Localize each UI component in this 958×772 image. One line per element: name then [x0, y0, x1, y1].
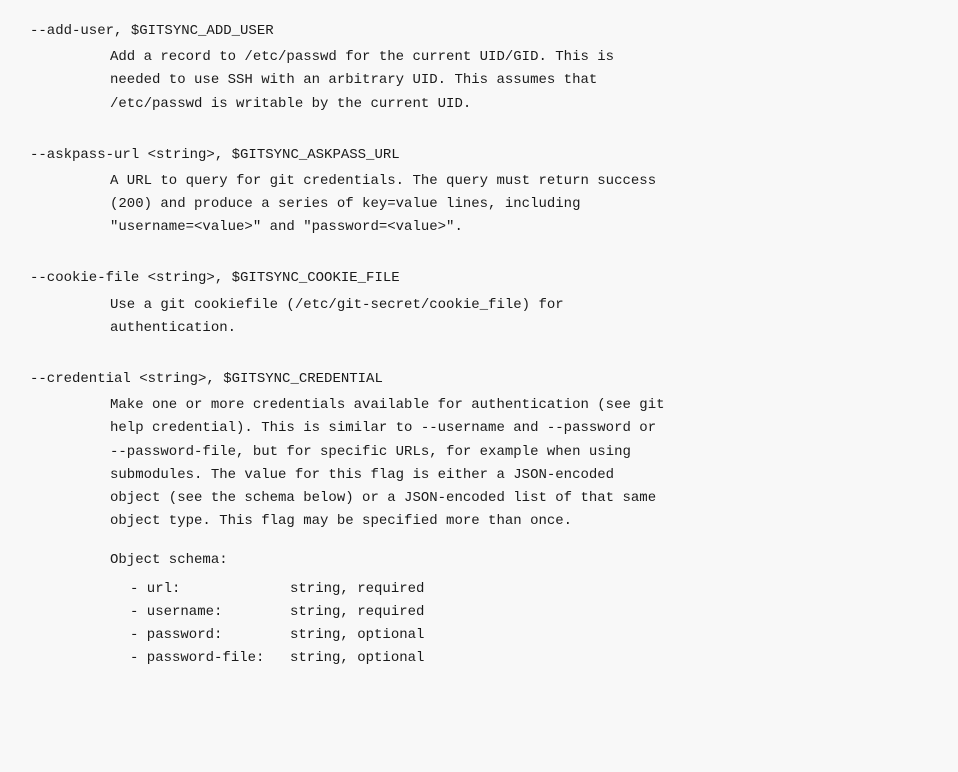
description-line: Make one or more credentials available f… [110, 394, 928, 417]
description-line: needed to use SSH with an arbitrary UID.… [110, 69, 928, 92]
schema-row: - password:string, optional [130, 624, 928, 647]
flag-block-add-user: --add-user, $GITSYNC_ADD_USER Add a recor… [30, 20, 928, 116]
description-line: A URL to query for git credentials. The … [110, 170, 928, 193]
schema-key: - username: [130, 601, 290, 624]
flag-header-cookie-file: --cookie-file <string>, $GITSYNC_COOKIE_… [30, 267, 928, 289]
description-line: Add a record to /etc/passwd for the curr… [110, 46, 928, 69]
schema-key: - password: [130, 624, 290, 647]
flag-description-cookie-file: Use a git cookiefile (/etc/git-secret/co… [30, 294, 928, 340]
schema-key: - url: [130, 578, 290, 601]
description-line: (200) and produce a series of key=value … [110, 193, 928, 216]
schema-row: - password-file:string, optional [130, 647, 928, 670]
flag-block-credential: --credential <string>, $GITSYNC_CREDENTI… [30, 368, 928, 670]
flag-description-askpass-url: A URL to query for git credentials. The … [30, 170, 928, 239]
description-line: object type. This flag may be specified … [110, 510, 928, 533]
flag-header-askpass-url: --askpass-url <string>, $GITSYNC_ASKPASS… [30, 144, 928, 166]
description-line: submodules. The value for this flag is e… [110, 464, 928, 487]
description-line: authentication. [110, 317, 928, 340]
description-line: help credential). This is similar to --u… [110, 417, 928, 440]
schema-value: string, optional [290, 647, 424, 670]
flag-block-cookie-file: --cookie-file <string>, $GITSYNC_COOKIE_… [30, 267, 928, 340]
schema-key: - password-file: [130, 647, 290, 670]
flag-header-add-user: --add-user, $GITSYNC_ADD_USER [30, 20, 928, 42]
description-line: object (see the schema below) or a JSON-… [110, 487, 928, 510]
schema-value: string, required [290, 578, 424, 601]
schema-table: - url:string, required- username:string,… [110, 578, 928, 670]
description-line: "username=<value>" and "password=<value>… [110, 216, 928, 239]
sub-section-title: Object schema: [110, 549, 928, 572]
flag-description-add-user: Add a record to /etc/passwd for the curr… [30, 46, 928, 115]
description-line: Use a git cookiefile (/etc/git-secret/co… [110, 294, 928, 317]
sub-section-credential: Object schema: - url:string, required- us… [110, 549, 928, 670]
description-line: /etc/passwd is writable by the current U… [110, 93, 928, 116]
flag-block-askpass-url: --askpass-url <string>, $GITSYNC_ASKPASS… [30, 144, 928, 240]
schema-value: string, optional [290, 624, 424, 647]
doc-container: --add-user, $GITSYNC_ADD_USER Add a recor… [30, 20, 928, 670]
schema-row: - url:string, required [130, 578, 928, 601]
flag-description-credential: Make one or more credentials available f… [30, 394, 928, 670]
description-line: --password-file, but for specific URLs, … [110, 441, 928, 464]
schema-row: - username:string, required [130, 601, 928, 624]
flag-header-credential: --credential <string>, $GITSYNC_CREDENTI… [30, 368, 928, 390]
schema-value: string, required [290, 601, 424, 624]
